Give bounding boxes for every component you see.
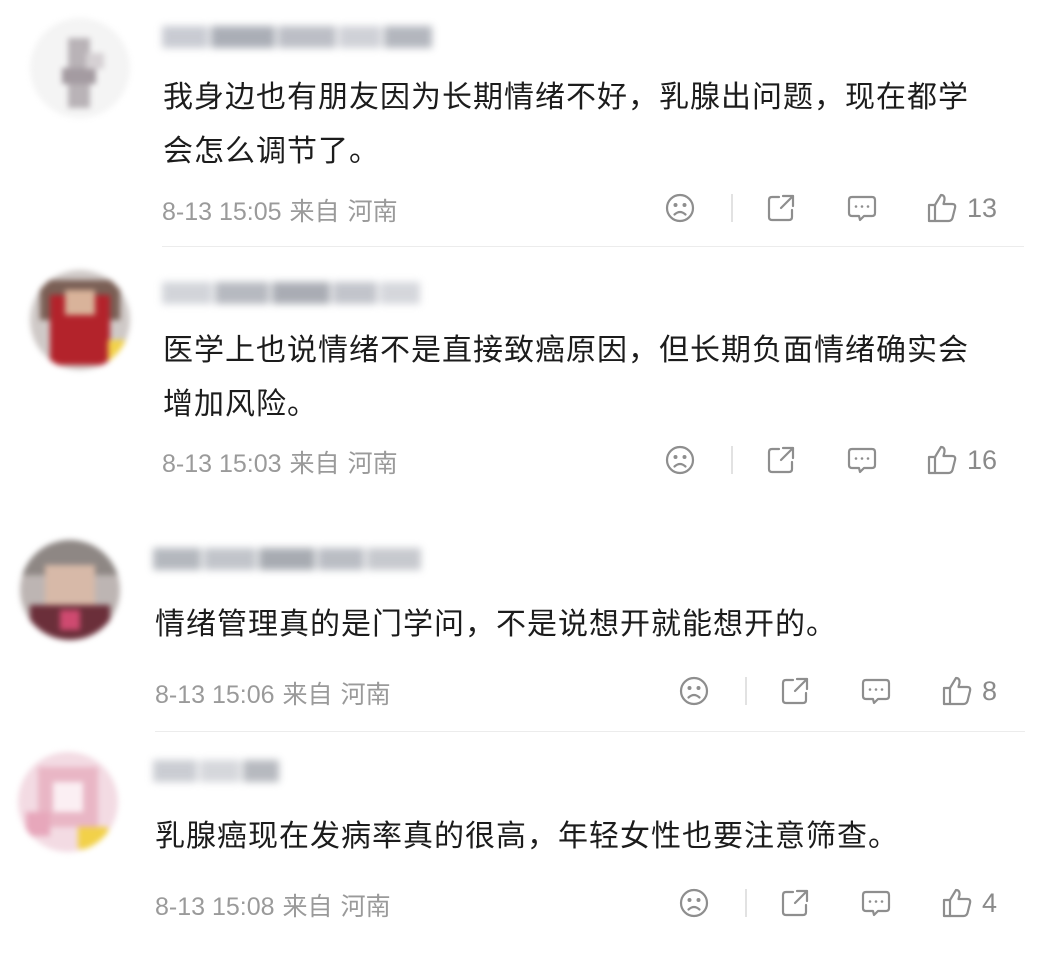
comment-text: 情绪管理真的是门学问，不是说想开就能想开的。 xyxy=(155,607,837,642)
share-icon xyxy=(767,446,795,474)
comment-divider xyxy=(162,246,1024,247)
username-blurred[interactable] xyxy=(153,548,424,574)
reply-button[interactable] xyxy=(859,671,893,711)
dislike-button[interactable] xyxy=(678,883,710,923)
username-blurred[interactable] xyxy=(153,760,282,786)
dislike-button[interactable] xyxy=(664,440,696,480)
thumbs-up-icon xyxy=(927,193,957,223)
action-bar: 16 xyxy=(0,440,1053,480)
divider xyxy=(731,194,733,222)
thumbs-up-icon xyxy=(942,676,972,706)
like-button[interactable]: 13 xyxy=(925,188,997,228)
like-button[interactable]: 16 xyxy=(925,440,997,480)
avatar[interactable] xyxy=(18,752,118,852)
comment-text: 乳腺癌现在发病率真的很高，年轻女性也要注意筛查。 xyxy=(155,819,899,854)
like-button[interactable]: 4 xyxy=(940,883,997,923)
dislike-button[interactable] xyxy=(664,188,696,228)
like-count: 16 xyxy=(967,444,998,475)
username-blurred[interactable] xyxy=(162,26,435,52)
share-button[interactable] xyxy=(778,671,812,711)
share-button[interactable] xyxy=(764,440,798,480)
avatar[interactable] xyxy=(30,270,130,370)
like-button[interactable]: 8 xyxy=(940,671,997,711)
sad-face-icon xyxy=(665,445,695,475)
sad-face-icon xyxy=(679,888,709,918)
comment-bubble-icon xyxy=(847,195,877,222)
comment-bubble-icon xyxy=(861,678,891,705)
action-bar: 4 xyxy=(0,883,1053,923)
share-button[interactable] xyxy=(764,188,798,228)
like-count: 8 xyxy=(982,675,998,706)
like-count: 4 xyxy=(982,887,998,918)
avatar[interactable] xyxy=(30,18,130,118)
dislike-button[interactable] xyxy=(678,671,710,711)
thumbs-up-icon xyxy=(942,888,972,918)
reply-button[interactable] xyxy=(845,440,879,480)
comment-bubble-icon xyxy=(861,890,891,917)
comment-divider xyxy=(155,731,1025,732)
action-bar: 8 xyxy=(0,671,1053,711)
divider xyxy=(731,446,733,474)
comment-text: 我身边也有朋友因为长期情绪不好，乳腺出问题，现在都学会怎么调节了。 xyxy=(163,80,969,169)
username-blurred[interactable] xyxy=(162,282,423,308)
sad-face-icon xyxy=(665,193,695,223)
thumbs-up-icon xyxy=(927,445,957,475)
action-bar: 13 xyxy=(0,188,1053,228)
avatar[interactable] xyxy=(20,540,120,640)
divider xyxy=(745,677,747,705)
share-icon xyxy=(781,889,809,917)
share-icon xyxy=(767,194,795,222)
share-button[interactable] xyxy=(778,883,812,923)
reply-button[interactable] xyxy=(859,883,893,923)
comment-text: 医学上也说情绪不是直接致癌原因，但长期负面情绪确实会增加风险。 xyxy=(163,333,969,422)
like-count: 13 xyxy=(967,192,998,223)
sad-face-icon xyxy=(679,676,709,706)
comment-bubble-icon xyxy=(847,447,877,474)
reply-button[interactable] xyxy=(845,188,879,228)
share-icon xyxy=(781,677,809,705)
divider xyxy=(745,889,747,917)
